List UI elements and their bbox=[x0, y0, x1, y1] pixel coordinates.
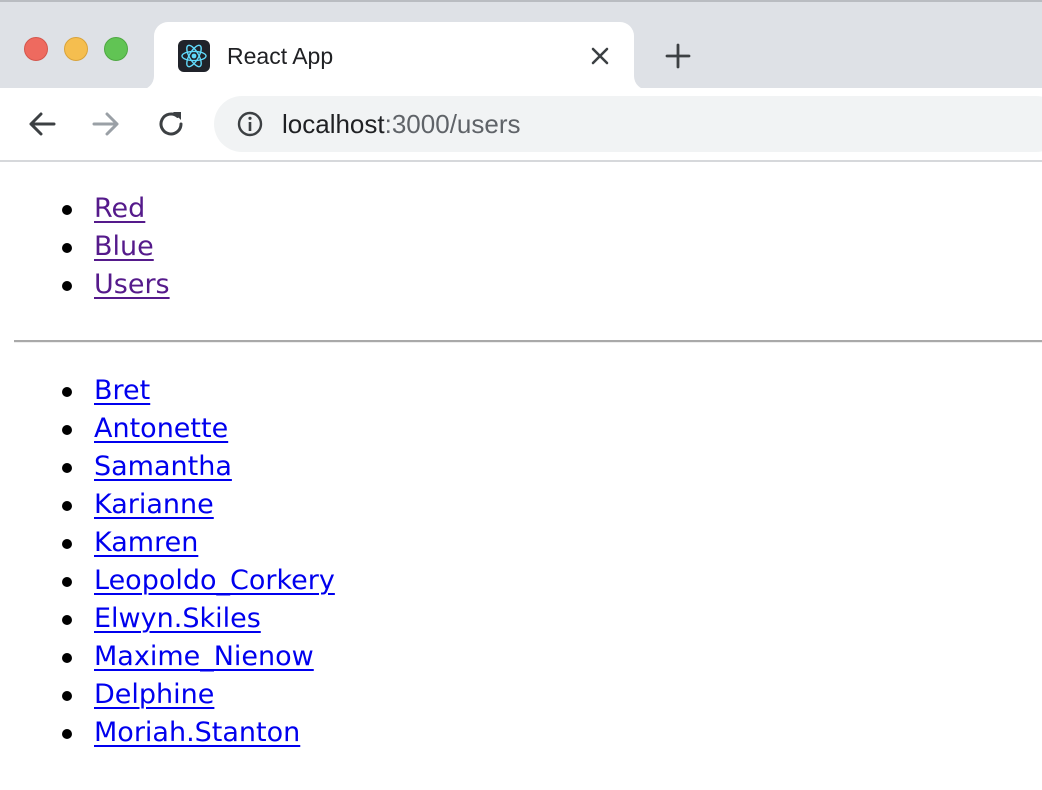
user-link[interactable]: Karianne bbox=[94, 489, 214, 520]
bullet bbox=[62, 653, 72, 663]
list-item: Delphine bbox=[0, 676, 335, 714]
list-item: Red bbox=[0, 190, 170, 228]
user-link[interactable]: Moriah.Stanton bbox=[94, 717, 300, 748]
address-bar[interactable]: localhost:3000/users bbox=[214, 96, 1042, 152]
list-item: Bret bbox=[0, 372, 335, 410]
user-link[interactable]: Delphine bbox=[94, 679, 214, 710]
list-item: Blue bbox=[0, 228, 170, 266]
plus-icon[interactable] bbox=[664, 42, 692, 70]
list-item: Elwyn.Skiles bbox=[0, 600, 335, 638]
back-arrow-icon[interactable] bbox=[26, 108, 58, 140]
url-host: localhost bbox=[282, 109, 385, 139]
bullet bbox=[62, 501, 72, 511]
user-list: Bret Antonette Samantha Karianne Kamren … bbox=[0, 372, 335, 752]
list-item: Samantha bbox=[0, 448, 335, 486]
minimize-window-button[interactable] bbox=[64, 37, 88, 61]
tab-react-app[interactable]: React App bbox=[154, 22, 634, 90]
close-icon[interactable] bbox=[586, 42, 614, 70]
bullet bbox=[62, 463, 72, 473]
user-link[interactable]: Samantha bbox=[94, 451, 232, 482]
list-item: Antonette bbox=[0, 410, 335, 448]
user-link[interactable]: Elwyn.Skiles bbox=[94, 603, 261, 634]
url-path: :3000/users bbox=[384, 109, 521, 139]
reload-icon[interactable] bbox=[155, 108, 187, 140]
close-window-button[interactable] bbox=[24, 37, 48, 61]
url-text[interactable]: localhost:3000/users bbox=[282, 109, 521, 139]
list-item: Leopoldo_Corkery bbox=[0, 562, 335, 600]
list-item: Maxime_Nienow bbox=[0, 638, 335, 676]
bullet bbox=[62, 281, 72, 291]
list-item: Users bbox=[0, 266, 170, 304]
user-link[interactable]: Kamren bbox=[94, 527, 198, 558]
divider bbox=[14, 340, 1042, 343]
bullet bbox=[62, 615, 72, 625]
nav-link-red[interactable]: Red bbox=[94, 193, 145, 224]
react-logo-icon bbox=[178, 40, 210, 72]
list-item: Moriah.Stanton bbox=[0, 714, 335, 752]
bullet bbox=[62, 729, 72, 739]
browser-toolbar: localhost:3000/users bbox=[0, 88, 1042, 162]
user-link[interactable]: Antonette bbox=[94, 413, 228, 444]
list-item: Karianne bbox=[0, 486, 335, 524]
bullet bbox=[62, 577, 72, 587]
user-link[interactable]: Maxime_Nienow bbox=[94, 641, 314, 672]
bullet bbox=[62, 425, 72, 435]
nav-link-users[interactable]: Users bbox=[94, 269, 170, 300]
info-icon[interactable] bbox=[236, 110, 264, 138]
bullet bbox=[62, 205, 72, 215]
user-link[interactable]: Leopoldo_Corkery bbox=[94, 565, 335, 596]
user-link[interactable]: Bret bbox=[94, 375, 150, 406]
nav-link-blue[interactable]: Blue bbox=[94, 231, 154, 262]
list-item: Kamren bbox=[0, 524, 335, 562]
forward-arrow-icon[interactable] bbox=[90, 108, 122, 140]
maximize-window-button[interactable] bbox=[104, 37, 128, 61]
nav-list: Red Blue Users bbox=[0, 190, 170, 304]
bullet bbox=[62, 539, 72, 549]
browser-window: React App localhost:3000/users Red Blue … bbox=[0, 0, 1042, 790]
bullet bbox=[62, 691, 72, 701]
tab-title: React App bbox=[227, 43, 334, 69]
tab-strip: React App bbox=[0, 0, 1042, 90]
bullet bbox=[62, 387, 72, 397]
page-content: Red Blue Users Bret Antonette Samantha K… bbox=[0, 162, 1042, 790]
bullet bbox=[62, 243, 72, 253]
